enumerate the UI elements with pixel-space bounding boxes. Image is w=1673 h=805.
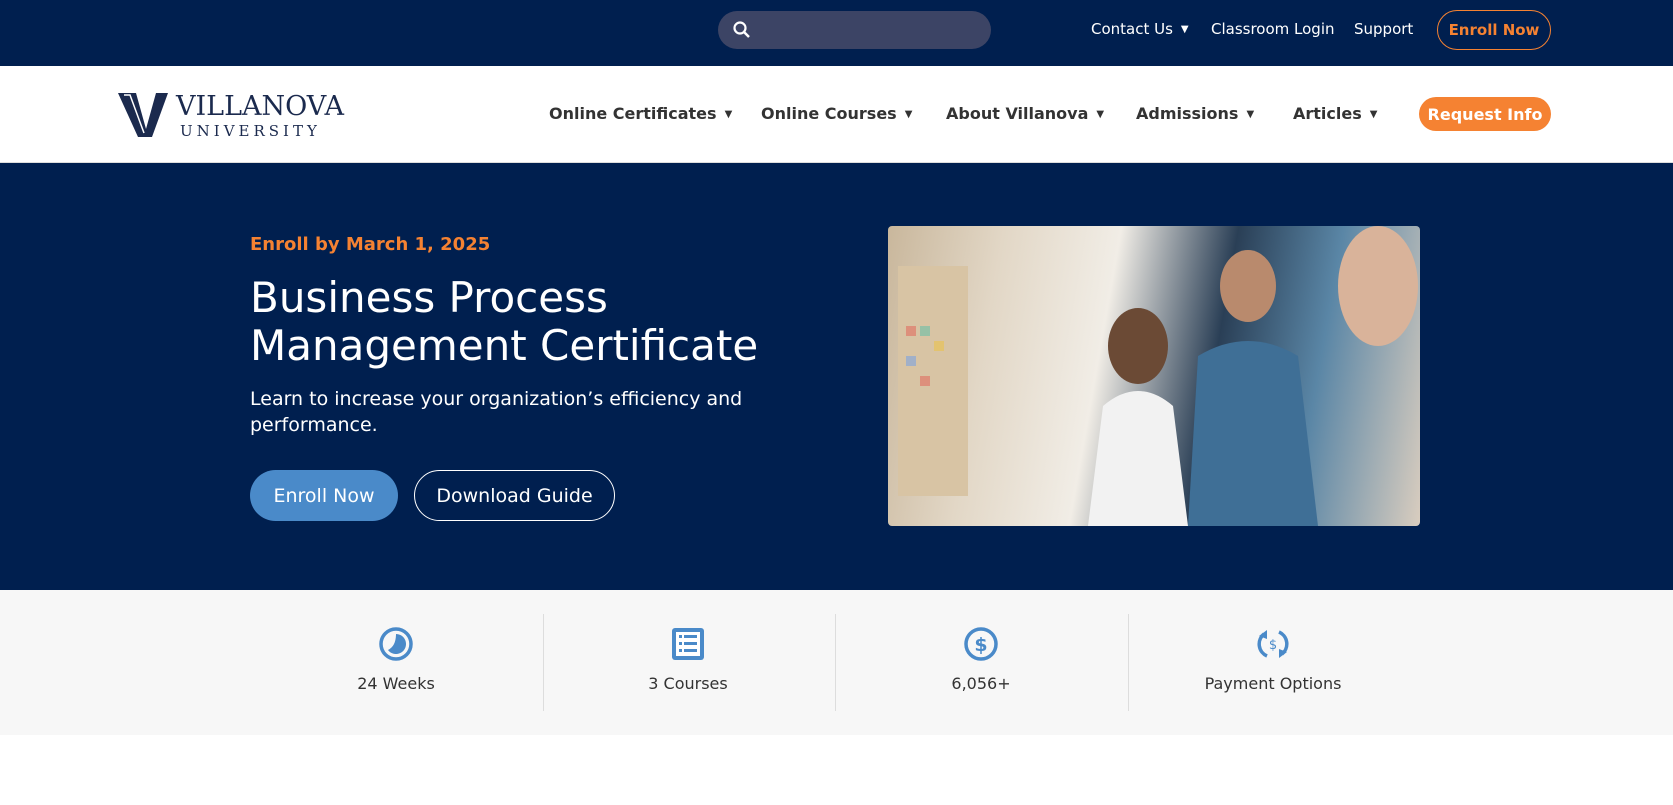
svg-text:UNIVERSITY: UNIVERSITY bbox=[180, 122, 321, 139]
page-title: Business Process Management Certificate bbox=[250, 273, 759, 370]
download-guide-button[interactable]: Download Guide bbox=[414, 470, 615, 521]
payment-cycle-icon: $ bbox=[1257, 630, 1289, 658]
nav-label: Articles bbox=[1293, 104, 1362, 123]
enroll-deadline: Enroll by March 1, 2025 bbox=[250, 234, 491, 255]
chevron-down-icon: ▼ bbox=[1096, 109, 1105, 120]
nav-label: About Villanova bbox=[946, 104, 1089, 123]
dollar-icon: $ bbox=[964, 627, 998, 661]
divider bbox=[835, 614, 836, 711]
request-info-button[interactable]: Request Info bbox=[1419, 97, 1551, 131]
hero-section bbox=[0, 163, 1673, 590]
chevron-down-icon: ▼ bbox=[724, 109, 733, 120]
contact-us-label: Contact Us bbox=[1091, 20, 1173, 38]
villanova-logo[interactable]: VILLANOVA UNIVERSITY bbox=[118, 91, 363, 139]
hero-photo bbox=[888, 226, 1420, 526]
nav-about-villanova[interactable]: About Villanova ▼ bbox=[946, 104, 1104, 123]
enroll-now-button[interactable]: Enroll Now bbox=[250, 470, 398, 521]
nav-label: Admissions bbox=[1136, 104, 1239, 123]
nav-admissions[interactable]: Admissions ▼ bbox=[1136, 104, 1254, 123]
chevron-down-icon: ▼ bbox=[1246, 109, 1255, 120]
divider bbox=[1128, 614, 1129, 711]
people-at-board-image bbox=[898, 226, 1418, 526]
contact-us-link[interactable]: Contact Us ▼ bbox=[1091, 20, 1189, 38]
stat-label: Payment Options bbox=[1204, 674, 1342, 693]
nav-articles[interactable]: Articles ▼ bbox=[1293, 104, 1377, 123]
program-stats-bar: 24 Weeks 3 Courses $ 6,056+ $ Payment Op… bbox=[0, 590, 1673, 735]
stat-label: 6,056+ bbox=[951, 674, 1011, 693]
stat-duration: 24 Weeks bbox=[271, 626, 521, 693]
nav-online-courses[interactable]: Online Courses ▼ bbox=[761, 104, 912, 123]
svg-text:VILLANOVA: VILLANOVA bbox=[175, 91, 344, 122]
divider bbox=[543, 614, 544, 711]
stat-label: 3 Courses bbox=[648, 674, 728, 693]
clock-icon bbox=[379, 627, 413, 661]
classroom-login-link[interactable]: Classroom Login bbox=[1211, 20, 1335, 38]
search-input[interactable] bbox=[718, 11, 991, 49]
enroll-now-top-button[interactable]: Enroll Now bbox=[1437, 10, 1551, 50]
hero-subtitle: Learn to increase your organization’s ef… bbox=[250, 388, 743, 436]
nav-label: Online Courses bbox=[761, 104, 897, 123]
svg-text:$: $ bbox=[974, 634, 987, 656]
stat-label: 24 Weeks bbox=[357, 674, 435, 693]
stat-count: $ 6,056+ bbox=[856, 626, 1106, 693]
svg-text:$: $ bbox=[1269, 638, 1277, 653]
chevron-down-icon: ▼ bbox=[1369, 109, 1378, 120]
nav-online-certificates[interactable]: Online Certificates ▼ bbox=[549, 104, 732, 123]
stat-courses: 3 Courses bbox=[563, 626, 813, 693]
nav-label: Online Certificates bbox=[549, 104, 717, 123]
support-link[interactable]: Support bbox=[1354, 20, 1413, 38]
chevron-down-icon: ▼ bbox=[904, 109, 913, 120]
search-icon[interactable] bbox=[732, 20, 752, 40]
stat-payment: $ Payment Options bbox=[1148, 626, 1398, 693]
list-icon bbox=[672, 628, 704, 660]
chevron-down-icon: ▼ bbox=[1180, 24, 1189, 35]
